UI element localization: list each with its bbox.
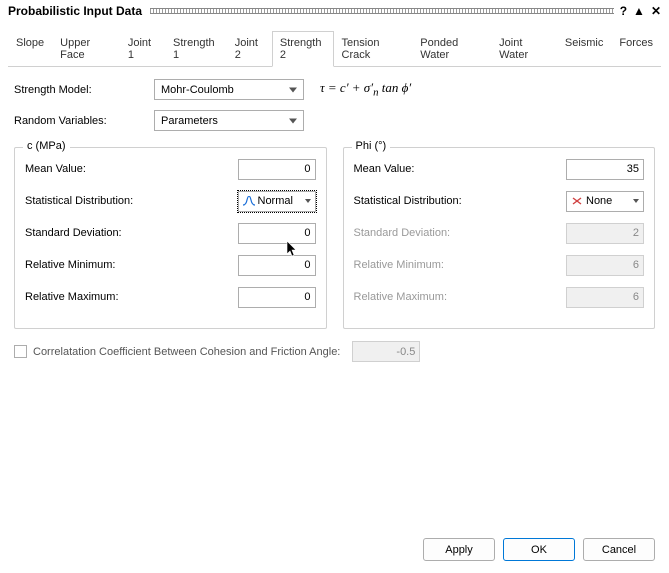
group-phi-legend: Phi (°) [352, 140, 391, 152]
c-mean-label: Mean Value: [25, 163, 238, 175]
strength-model-label: Strength Model: [14, 84, 154, 96]
cancel-button[interactable]: Cancel [583, 538, 655, 561]
phi-std-input [566, 223, 644, 244]
c-dist-label: Statistical Distribution: [25, 195, 238, 207]
tab-strength2[interactable]: Strength 2 [272, 31, 334, 67]
collapse-button[interactable]: ▲ [633, 4, 645, 18]
group-phi: Phi (°) Mean Value: Statistical Distribu… [343, 147, 656, 329]
tab-joint1[interactable]: Joint 1 [120, 31, 165, 67]
phi-relmin-label: Relative Minimum: [354, 259, 567, 271]
close-button[interactable]: ✕ [651, 4, 661, 18]
tab-strength1[interactable]: Strength 1 [165, 31, 227, 67]
strength-model-select[interactable]: Mohr-Coulomb [154, 79, 304, 100]
help-button[interactable]: ? [620, 4, 627, 18]
correlation-checkbox[interactable] [14, 345, 27, 358]
normal-curve-icon [243, 196, 255, 206]
none-x-icon [571, 196, 583, 206]
phi-dist-label: Statistical Distribution: [354, 195, 567, 207]
tab-strip: Slope Upper Face Joint 1 Strength 1 Join… [8, 30, 661, 67]
tab-upper-face[interactable]: Upper Face [52, 31, 120, 67]
correlation-label: Correlatation Coefficient Between Cohesi… [33, 346, 340, 358]
tab-ponded-water[interactable]: Ponded Water [412, 31, 491, 67]
random-variables-label: Random Variables: [14, 115, 154, 127]
c-mean-input[interactable] [238, 159, 316, 180]
tab-joint2[interactable]: Joint 2 [227, 31, 272, 67]
c-relmin-input[interactable] [238, 255, 316, 276]
strength-formula: τ = c′ + σ′n tan ϕ′ [320, 80, 411, 99]
c-relmin-label: Relative Minimum: [25, 259, 238, 271]
c-std-input[interactable] [238, 223, 316, 244]
phi-std-label: Standard Deviation: [354, 227, 567, 239]
c-relmax-label: Relative Maximum: [25, 291, 238, 303]
phi-mean-label: Mean Value: [354, 163, 567, 175]
group-c: c (MPa) Mean Value: Statistical Distribu… [14, 147, 327, 329]
phi-mean-input[interactable] [566, 159, 644, 180]
c-dist-select[interactable]: Normal [238, 191, 316, 212]
random-variables-select[interactable]: Parameters [154, 110, 304, 131]
tab-joint-water[interactable]: Joint Water [491, 31, 557, 67]
title-rule [150, 8, 614, 14]
correlation-input [352, 341, 420, 362]
c-std-label: Standard Deviation: [25, 227, 238, 239]
apply-button[interactable]: Apply [423, 538, 495, 561]
phi-dist-select[interactable]: None [566, 191, 644, 212]
ok-button[interactable]: OK [503, 538, 575, 561]
window-title: Probabilistic Input Data [8, 4, 142, 18]
tab-tension-crack[interactable]: Tension Crack [334, 31, 413, 67]
tab-slope[interactable]: Slope [8, 31, 52, 67]
group-c-legend: c (MPa) [23, 140, 70, 152]
phi-relmax-label: Relative Maximum: [354, 291, 567, 303]
c-relmax-input[interactable] [238, 287, 316, 308]
tab-forces[interactable]: Forces [611, 31, 661, 67]
tab-seismic[interactable]: Seismic [557, 31, 612, 67]
title-bar: Probabilistic Input Data ? ▲ ✕ [0, 0, 669, 22]
phi-relmin-input [566, 255, 644, 276]
phi-relmax-input [566, 287, 644, 308]
